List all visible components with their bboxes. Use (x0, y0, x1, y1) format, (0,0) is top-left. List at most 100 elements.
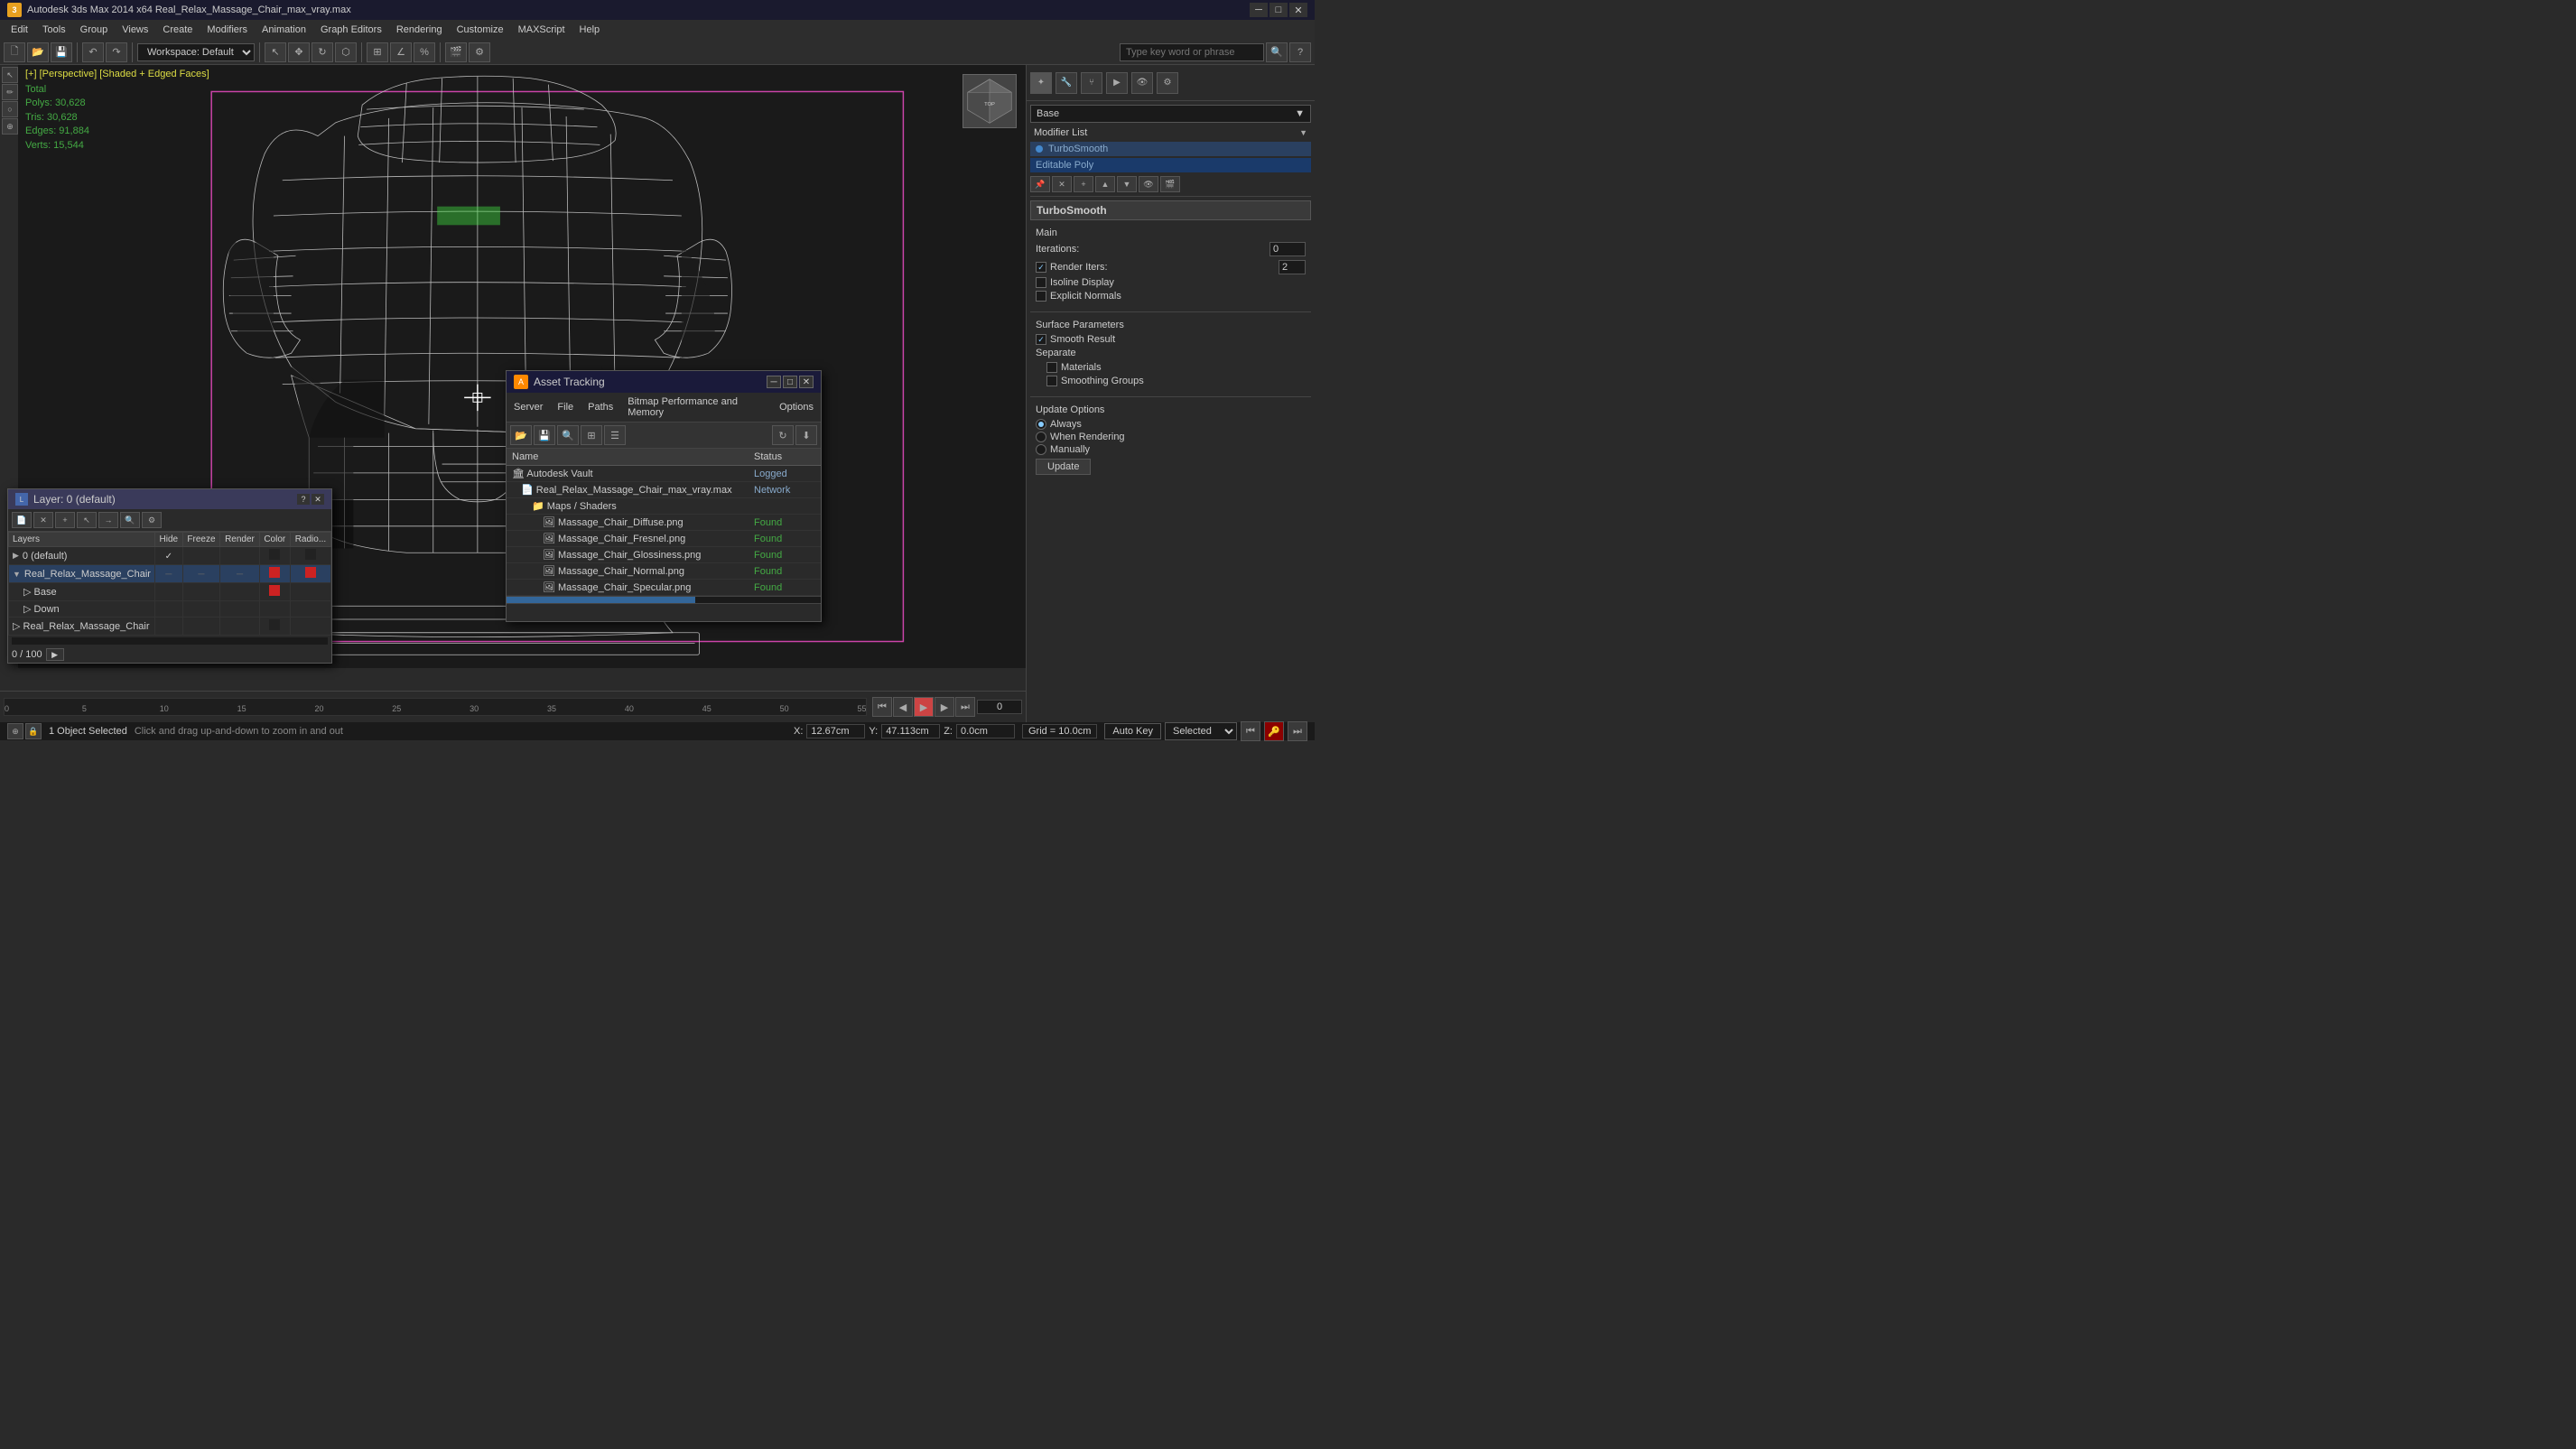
layer-row-massage[interactable]: ▼ Real_Relax_Massage_Chair ─ ─ ─ (9, 565, 331, 583)
save-file-button[interactable]: 💾 (51, 42, 72, 62)
isoline-checkbox[interactable] (1036, 277, 1046, 288)
help-button[interactable]: ? (1289, 42, 1311, 62)
asset-tb-btn3[interactable]: 🔍 (557, 425, 579, 445)
delete-modifier-btn[interactable]: ✕ (1052, 176, 1072, 192)
move-up-btn[interactable]: ▲ (1095, 176, 1115, 192)
asset-tb-refresh[interactable]: ↻ (772, 425, 794, 445)
turbosmooth-section-header[interactable]: TurboSmooth (1030, 200, 1311, 220)
side-paint-btn[interactable]: ✏ (2, 84, 18, 100)
layer-find-btn[interactable]: 🔍 (120, 512, 140, 528)
menu-edit[interactable]: Edit (4, 23, 35, 37)
layer-settings-btn[interactable]: ⚙ (142, 512, 162, 528)
smoothing-groups-checkbox[interactable] (1046, 376, 1057, 386)
layer-row-base[interactable]: ▷ Base (9, 583, 331, 601)
asset-tb-btn4[interactable]: ⊞ (581, 425, 602, 445)
menu-views[interactable]: Views (115, 23, 155, 37)
menu-maxscript[interactable]: MAXScript (511, 23, 572, 37)
update-button[interactable]: Update (1036, 459, 1091, 475)
show-on-render-btn[interactable]: 🎬 (1160, 176, 1180, 192)
asset-row-diffuse[interactable]: 🖼 Massage_Chair_Diffuse.png Found (507, 515, 821, 531)
layer-forward-btn[interactable]: ▶ (46, 648, 64, 661)
undo-button[interactable]: ↶ (82, 42, 104, 62)
expand-icon-2[interactable]: ▼ (13, 570, 21, 579)
asset-row-glossiness[interactable]: 🖼 Massage_Chair_Glossiness.png Found (507, 547, 821, 563)
asset-close-btn[interactable]: ✕ (799, 376, 814, 388)
layer-select-btn[interactable]: ↖ (77, 512, 97, 528)
layer-row-default[interactable]: ▶ 0 (default) ✓ (9, 547, 331, 565)
open-file-button[interactable]: 📂 (27, 42, 49, 62)
asset-minimize-btn[interactable]: ─ (767, 376, 781, 388)
asset-maximize-btn[interactable]: □ (783, 376, 797, 388)
new-scene-button[interactable]: 🗋 (4, 42, 25, 62)
tab-motion[interactable]: ▶ (1106, 72, 1128, 94)
show-in-viewport-btn[interactable]: 👁 (1139, 176, 1158, 192)
layer-new-btn[interactable]: 📄 (12, 512, 32, 528)
next-frame-btn[interactable]: ▶ (935, 697, 954, 717)
render-button[interactable]: 🎬 (445, 42, 467, 62)
menu-graph-editors[interactable]: Graph Editors (313, 23, 389, 37)
move-button[interactable]: ✥ (288, 42, 310, 62)
maximize-button[interactable]: □ (1269, 3, 1288, 17)
percent-snap-button[interactable]: % (414, 42, 435, 62)
layer-help-btn[interactable]: ? (297, 494, 310, 505)
play-btn[interactable]: ▶ (914, 697, 934, 717)
close-button[interactable]: ✕ (1289, 3, 1307, 17)
search-input[interactable] (1120, 43, 1264, 61)
last-frame-btn[interactable]: ⏭ (955, 697, 975, 717)
asset-row-maps[interactable]: 📁 Maps / Shaders (507, 498, 821, 515)
tab-utilities[interactable]: ⚙ (1157, 72, 1178, 94)
menu-modifiers[interactable]: Modifiers (200, 23, 255, 37)
layer-row-down[interactable]: ▷ Down (9, 601, 331, 618)
menu-group[interactable]: Group (73, 23, 116, 37)
asset-row-vault[interactable]: 🏛 Autodesk Vault Logged (507, 466, 821, 482)
asset-row-normal[interactable]: 🖼 Massage_Chair_Normal.png Found (507, 563, 821, 580)
prev-key-btn[interactable]: ⏮ (1241, 721, 1260, 741)
tab-modify[interactable]: 🔧 (1056, 72, 1077, 94)
redo-button[interactable]: ↷ (106, 42, 127, 62)
render-iters-checkbox[interactable] (1036, 262, 1046, 273)
tab-create[interactable]: ✦ (1030, 72, 1052, 94)
editable-poly-modifier[interactable]: Editable Poly (1030, 158, 1311, 172)
timeline-ruler[interactable]: 0 5 10 15 20 25 30 35 40 45 50 55 (4, 698, 867, 716)
smooth-result-checkbox[interactable] (1036, 334, 1046, 345)
modifier-list-arrow[interactable]: ▼ (1299, 128, 1307, 137)
asset-menu-options[interactable]: Options (776, 400, 817, 414)
turbosmooth-modifier[interactable]: TurboSmooth (1030, 142, 1311, 156)
status-icon-2[interactable]: 🔒 (25, 723, 42, 739)
add-modifier-btn[interactable]: + (1074, 176, 1093, 192)
layer-row-chair2[interactable]: ▷ Real_Relax_Massage_Chair (9, 618, 331, 636)
prev-frame-btn[interactable]: ◀ (893, 697, 913, 717)
side-lasso-btn[interactable]: ○ (2, 101, 18, 117)
asset-tb-btn5[interactable]: ☰ (604, 425, 626, 445)
asset-row-specular[interactable]: 🖼 Massage_Chair_Specular.png Found (507, 580, 821, 596)
layer-delete-btn[interactable]: ✕ (33, 512, 53, 528)
minimize-button[interactable]: ─ (1250, 3, 1268, 17)
base-dropdown[interactable]: Base ▼ (1030, 105, 1311, 123)
expand-icon[interactable]: ▶ (13, 551, 19, 561)
asset-tb-update[interactable]: ⬇ (795, 425, 817, 445)
search-button[interactable]: 🔍 (1266, 42, 1288, 62)
asset-menu-bitmap[interactable]: Bitmap Performance and Memory (624, 395, 768, 420)
tab-display[interactable]: 👁 (1131, 72, 1153, 94)
always-radio[interactable] (1036, 419, 1046, 430)
asset-tb-btn2[interactable]: 💾 (534, 425, 555, 445)
asset-menu-file[interactable]: File (553, 400, 577, 414)
side-zoom-btn[interactable]: ⊕ (2, 118, 18, 135)
nav-cube[interactable]: TOP (963, 74, 1017, 128)
z-coord-input[interactable] (956, 724, 1015, 738)
angle-snap-button[interactable]: ∠ (390, 42, 412, 62)
render-settings-button[interactable]: ⚙ (469, 42, 490, 62)
when-rendering-radio[interactable] (1036, 432, 1046, 442)
auto-key-button[interactable]: Auto Key (1104, 723, 1161, 739)
move-down-btn[interactable]: ▼ (1117, 176, 1137, 192)
layer-close-btn[interactable]: ✕ (312, 494, 324, 505)
materials-checkbox[interactable] (1046, 362, 1057, 373)
asset-row-maxfile[interactable]: 📄 Real_Relax_Massage_Chair_max_vray.max … (507, 482, 821, 498)
menu-animation[interactable]: Animation (255, 23, 313, 37)
iterations-input[interactable] (1269, 242, 1306, 256)
asset-menu-paths[interactable]: Paths (584, 400, 617, 414)
x-coord-input[interactable] (806, 724, 865, 738)
menu-create[interactable]: Create (155, 23, 200, 37)
select-button[interactable]: ↖ (265, 42, 286, 62)
pin-modifier-btn[interactable]: 📌 (1030, 176, 1050, 192)
